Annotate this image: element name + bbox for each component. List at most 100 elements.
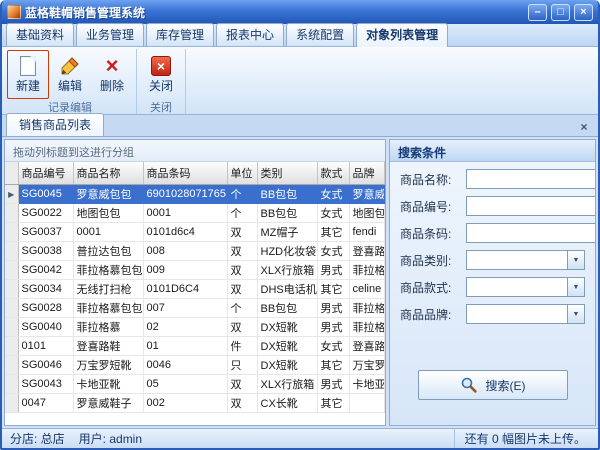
table-row[interactable]: SG0022 地图包包 0001 个 BB包包 女式 地图包	[5, 204, 385, 223]
cell-style: 女式	[317, 337, 349, 356]
table-row[interactable]: 0101 登喜路鞋 01 件 DX短靴 女式 登喜路	[5, 337, 385, 356]
titlebar: 蓝格鞋帽销售管理系统 – □ ×	[2, 0, 598, 24]
barcode-input[interactable]	[466, 223, 596, 243]
row-indicator	[5, 280, 18, 299]
chevron-down-icon[interactable]: ▼	[567, 251, 584, 269]
grid-scroll-area[interactable]: 商品编号 商品名称 商品条码 单位 类别 款式 品牌 ▶ SG0045 罗意威包…	[5, 162, 385, 425]
cell-category: XLX行旅箱	[257, 375, 317, 394]
cell-product-code: SG0022	[18, 204, 73, 223]
table-row[interactable]: SG0042 菲拉格慕包包 009 双 XLX行旅箱 男式 菲拉格慕	[5, 261, 385, 280]
table-row[interactable]: SG0037 0001 0101d6c4 双 MZ帽子 其它 fendi	[5, 223, 385, 242]
cell-barcode: 05	[143, 375, 227, 394]
cell-barcode: 0046	[143, 356, 227, 375]
cell-category: BB包包	[257, 204, 317, 223]
table-row[interactable]: ▶ SG0045 罗意威包包 6901028071765 个 BB包包 女式 罗…	[5, 185, 385, 204]
status-branch: 分店: 总店	[10, 430, 65, 447]
cell-brand: 菲拉格慕	[349, 318, 385, 337]
close-icon: ×	[151, 56, 171, 76]
cell-product-name: 菲拉格慕	[73, 318, 143, 337]
cell-unit: 件	[227, 337, 257, 356]
brand-select[interactable]: ▼	[466, 304, 585, 324]
row-indicator	[5, 375, 18, 394]
new-button-label: 新建	[16, 77, 40, 94]
cell-barcode: 002	[143, 394, 227, 413]
search-icon	[460, 376, 478, 394]
chevron-down-icon[interactable]: ▼	[567, 305, 584, 323]
cell-barcode: 0101d6c4	[143, 223, 227, 242]
status-user: 用户: admin	[79, 430, 142, 447]
column-header-unit[interactable]: 单位	[227, 162, 257, 185]
tab-reports[interactable]: 报表中心	[216, 23, 284, 46]
table-row[interactable]: SG0028 菲拉格慕包包 007 个 BB包包 男式 菲拉格慕	[5, 299, 385, 318]
cell-unit: 双	[227, 242, 257, 261]
minimize-button[interactable]: –	[528, 4, 547, 21]
table-row[interactable]: SG0038 普拉达包包 008 双 HZD化妆袋 女式 登喜路	[5, 242, 385, 261]
cell-style: 男式	[317, 299, 349, 318]
column-header-category[interactable]: 类别	[257, 162, 317, 185]
row-indicator-header	[5, 162, 18, 185]
cell-style: 其它	[317, 223, 349, 242]
column-header-brand[interactable]: 品牌	[349, 162, 385, 185]
status-upload-info: 还有 0 幅图片未上传。	[454, 428, 590, 449]
cell-brand: 登喜路	[349, 242, 385, 261]
column-header-product-name[interactable]: 商品名称	[73, 162, 143, 185]
tab-inventory[interactable]: 库存管理	[146, 23, 214, 46]
edit-button[interactable]: 编辑	[49, 50, 91, 99]
close-tab-icon[interactable]: ×	[576, 120, 592, 134]
ribbon: 新建 编辑 × 删除 记录编辑	[2, 47, 598, 115]
table-row[interactable]: SG0043 卡地亚靴 05 双 XLX行旅箱 男式 卡地亚	[5, 375, 385, 394]
table-row[interactable]: SG0046 万宝罗短靴 0046 只 DX短靴 其它 万宝罗	[5, 356, 385, 375]
cell-style: 女式	[317, 242, 349, 261]
search-button[interactable]: 搜索(E)	[418, 370, 568, 400]
app-window: 蓝格鞋帽销售管理系统 – □ × 基础资料 业务管理 库存管理 报表中心 系统配…	[0, 0, 600, 450]
cell-brand: 万宝罗	[349, 356, 385, 375]
chevron-down-icon[interactable]: ▼	[567, 278, 584, 296]
new-document-icon	[20, 56, 36, 76]
cell-unit: 个	[227, 299, 257, 318]
maximize-button[interactable]: □	[551, 4, 570, 21]
group-by-box[interactable]: 拖动列标题到这进行分组	[5, 140, 385, 162]
table-row[interactable]: SG0040 菲拉格慕 02 双 DX短靴 男式 菲拉格慕	[5, 318, 385, 337]
product-code-input[interactable]	[466, 196, 596, 216]
table-row[interactable]: SG0034 无线打扫枪 0101D6C4 双 DHS电话机 其它 celine	[5, 280, 385, 299]
cell-barcode: 02	[143, 318, 227, 337]
field-brand: 商品品牌: ▼	[400, 304, 585, 324]
cell-style: 男式	[317, 261, 349, 280]
delete-button[interactable]: × 删除	[91, 50, 133, 99]
close-button[interactable]: × 关闭	[140, 50, 182, 99]
cell-product-code: SG0043	[18, 375, 73, 394]
close-window-button[interactable]: ×	[574, 4, 593, 21]
cell-category: BB包包	[257, 185, 317, 204]
product-name-input[interactable]	[466, 169, 596, 189]
column-header-barcode[interactable]: 商品条码	[143, 162, 227, 185]
cell-style: 男式	[317, 375, 349, 394]
ribbon-group-record-edit: 新建 编辑 × 删除 记录编辑	[4, 49, 137, 114]
cell-unit: 个	[227, 204, 257, 223]
cell-category: DX短靴	[257, 318, 317, 337]
cell-style: 女式	[317, 185, 349, 204]
product-name-label: 商品名称:	[400, 171, 466, 188]
column-header-product-code[interactable]: 商品编号	[18, 162, 73, 185]
cell-barcode: 009	[143, 261, 227, 280]
table-row[interactable]: 0047 罗意威鞋子 002 双 CX长靴 其它	[5, 394, 385, 413]
product-grid-panel: 拖动列标题到这进行分组 商品编号 商品名称 商品条码 单	[4, 139, 386, 426]
new-button[interactable]: 新建	[7, 50, 49, 99]
cell-product-name: 卡地亚靴	[73, 375, 143, 394]
category-select[interactable]: ▼	[466, 250, 585, 270]
search-button-label: 搜索(E)	[486, 377, 526, 394]
row-indicator	[5, 318, 18, 337]
tab-business[interactable]: 业务管理	[76, 23, 144, 46]
row-indicator	[5, 261, 18, 280]
cell-product-name: 罗意威包包	[73, 185, 143, 204]
tab-object-list[interactable]: 对象列表管理	[356, 23, 448, 47]
cell-barcode: 0001	[143, 204, 227, 223]
cell-style: 其它	[317, 394, 349, 413]
tab-basic-data[interactable]: 基础资料	[6, 23, 74, 46]
cell-product-name: 菲拉格慕包包	[73, 299, 143, 318]
column-header-style[interactable]: 款式	[317, 162, 349, 185]
tab-sales-product-list[interactable]: 销售商品列表	[6, 113, 104, 136]
row-indicator	[5, 223, 18, 242]
tab-system-config[interactable]: 系统配置	[286, 23, 354, 46]
style-select[interactable]: ▼	[466, 277, 585, 297]
window-title: 蓝格鞋帽销售管理系统	[25, 4, 524, 21]
